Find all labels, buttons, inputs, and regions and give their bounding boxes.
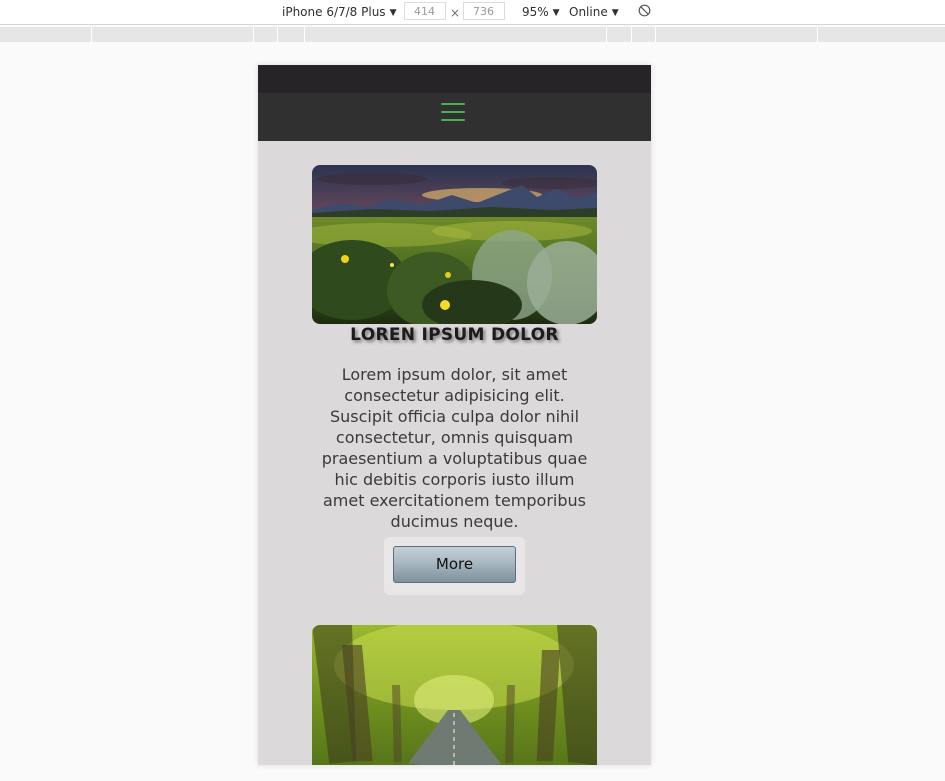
device-select[interactable]: iPhone 6/7/8 Plus ▼ <box>282 4 396 22</box>
breakpoint-marker <box>631 27 632 42</box>
card-image-meadow <box>312 165 597 324</box>
card-image-road <box>312 625 597 765</box>
more-button[interactable]: More <box>393 546 516 583</box>
dimension-separator: × <box>450 6 461 20</box>
card-description: Lorem ipsum dolor, sit amet consectetur … <box>321 365 588 531</box>
viewport-width-input[interactable]: 414 <box>404 2 446 20</box>
breakpoint-marker <box>606 27 607 42</box>
breakpoint-marker <box>91 27 92 42</box>
zoom-value: 95% <box>522 5 549 19</box>
top-navbar <box>258 93 651 141</box>
network-throttle-select[interactable]: Online ▼ <box>569 4 619 22</box>
dropdown-caret-icon: ▼ <box>611 8 619 18</box>
rotate-icon[interactable] <box>638 4 651 17</box>
more-button-container: More <box>384 537 525 595</box>
dropdown-caret-icon: ▼ <box>389 8 397 18</box>
breakpoint-marker <box>253 27 254 42</box>
breakpoint-marker <box>655 27 656 42</box>
device-name: iPhone 6/7/8 Plus <box>282 5 386 19</box>
device-viewport: LOREN IPSUM DOLOR Lorem ipsum dolor, sit… <box>258 65 651 765</box>
viewport-height-input[interactable]: 736 <box>463 2 505 20</box>
hamburger-menu-icon[interactable] <box>441 103 465 123</box>
device-toolbar: iPhone 6/7/8 Plus ▼ 414 × 736 95% ▼ Online… <box>0 0 945 25</box>
zoom-select[interactable]: 95% ▼ <box>522 4 560 22</box>
status-bar <box>258 65 651 93</box>
media-query-bar[interactable] <box>0 27 945 42</box>
card-title: LOREN IPSUM DOLOR <box>350 325 559 345</box>
breakpoint-marker <box>277 27 278 42</box>
breakpoint-marker <box>817 27 818 42</box>
network-value: Online <box>569 5 608 19</box>
breakpoint-marker <box>304 27 305 42</box>
dropdown-caret-icon: ▼ <box>552 8 560 18</box>
